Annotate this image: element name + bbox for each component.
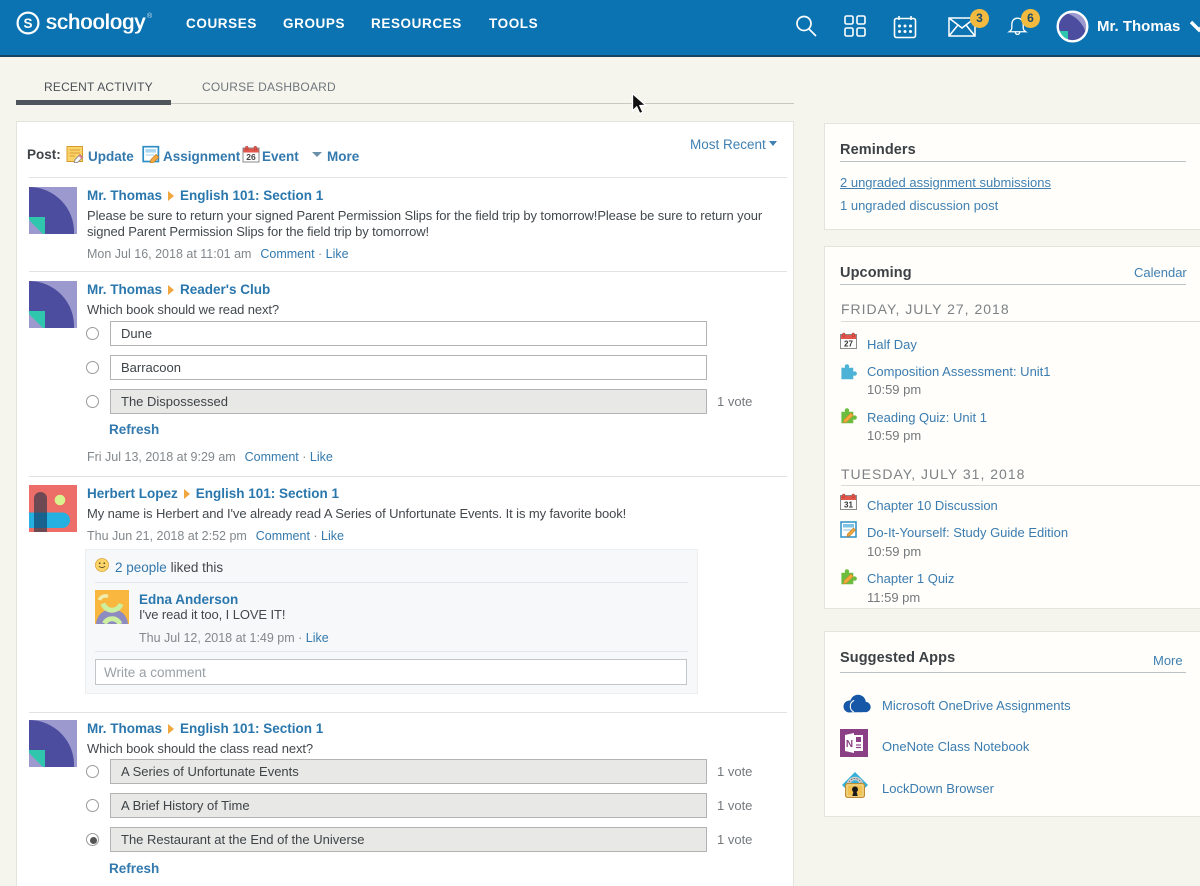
svg-text:N: N: [846, 739, 853, 750]
svg-text:31: 31: [844, 501, 853, 510]
svg-text:26: 26: [246, 152, 256, 162]
svg-text:27: 27: [844, 340, 853, 349]
svg-text:S: S: [23, 16, 32, 31]
